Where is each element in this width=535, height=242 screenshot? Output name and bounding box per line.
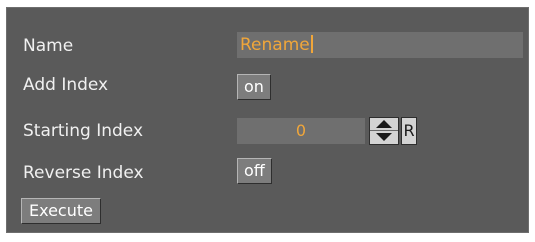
triangle-up-icon <box>376 120 392 128</box>
increment-button[interactable] <box>370 118 398 131</box>
reverse-index-toggle[interactable]: off <box>237 158 272 184</box>
starting-index-stepper <box>369 117 399 145</box>
reverse-index-label: Reverse Index <box>23 163 144 183</box>
name-label: Name <box>23 36 74 56</box>
text-cursor <box>310 35 313 53</box>
execute-button[interactable]: Execute <box>21 198 101 224</box>
triangle-down-icon <box>376 133 392 141</box>
decrement-button[interactable] <box>370 131 398 144</box>
add-index-label: Add Index <box>23 75 109 95</box>
rename-panel: Name Rename Add Index on Starting Index … <box>6 7 529 233</box>
add-index-toggle[interactable]: on <box>237 74 271 100</box>
reset-button[interactable]: R <box>401 117 417 145</box>
name-input[interactable]: Rename <box>237 32 523 58</box>
starting-index-label: Starting Index <box>23 121 144 141</box>
starting-index-input[interactable]: 0 <box>237 118 365 144</box>
name-input-value: Rename <box>240 35 310 55</box>
